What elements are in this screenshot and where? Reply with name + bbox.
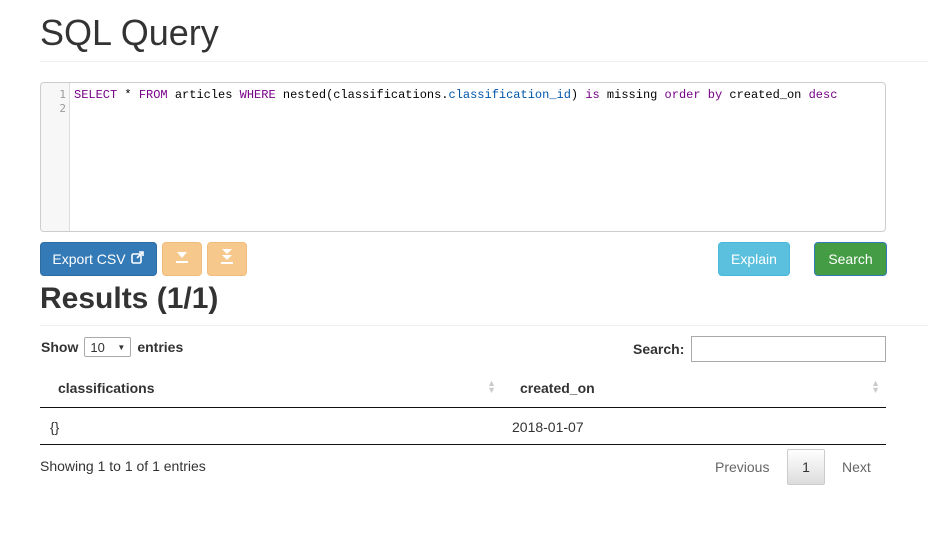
table-cell-created-on: 2018-01-07 <box>512 419 584 435</box>
column-header-created-on[interactable]: created_on ▲ ▼ <box>502 368 886 408</box>
results-title: Results (1/1) <box>40 282 219 315</box>
download-icon <box>174 249 190 270</box>
table-header-divider <box>40 407 886 408</box>
pagination-previous[interactable]: Previous <box>715 449 769 485</box>
sql-token: created_on <box>722 88 809 102</box>
external-link-icon <box>130 251 145 267</box>
download-all-button[interactable] <box>207 242 247 276</box>
sort-icon: ▲ ▼ <box>871 378 880 395</box>
table-filter: Search: <box>633 336 887 362</box>
sql-token: SELECT <box>74 88 118 102</box>
results-divider <box>40 325 928 326</box>
sql-token: nested(classifications. <box>275 88 449 102</box>
export-csv-label: Export CSV <box>52 251 126 267</box>
sql-editor[interactable]: 1 2 SELECT * FROM articles WHERE nested(… <box>40 82 886 232</box>
sql-token: ) <box>570 88 586 102</box>
page-title: SQL Query <box>40 12 219 53</box>
code-line[interactable]: SELECT * FROM articles WHERE nested(clas… <box>74 88 837 102</box>
column-label: classifications <box>58 380 155 396</box>
sql-token: * <box>117 88 139 102</box>
sql-token: articles <box>167 88 240 102</box>
column-label: created_on <box>520 380 595 396</box>
table-cell-classifications: {} <box>50 419 60 435</box>
entries-select[interactable]: 10 ▼ <box>84 337 132 357</box>
length-prefix: Show <box>41 339 79 355</box>
sql-token: classification_id <box>448 88 571 102</box>
sql-token: is <box>585 88 600 102</box>
editor-gutter: 1 2 <box>41 83 70 231</box>
sql-token: FROM <box>138 88 168 102</box>
search-button[interactable]: Search <box>814 242 887 276</box>
sort-icon: ▲ ▼ <box>487 378 496 395</box>
line-number: 1 <box>59 88 66 101</box>
table-footer-divider <box>40 444 886 445</box>
pagination-next[interactable]: Next <box>842 449 871 485</box>
table-info: Showing 1 to 1 of 1 entries <box>40 458 206 474</box>
sql-token: WHERE <box>239 88 276 102</box>
sql-token: by <box>707 88 723 102</box>
sql-token: missing <box>599 88 665 102</box>
column-header-classifications[interactable]: classifications ▲ ▼ <box>40 368 502 408</box>
download-button[interactable] <box>162 242 202 276</box>
download-all-icon <box>219 248 235 271</box>
sql-token: order <box>664 88 701 102</box>
chevron-down-icon: ▼ <box>117 342 126 352</box>
filter-label: Search: <box>633 341 685 357</box>
line-number: 2 <box>59 102 66 115</box>
entries-select-value: 10 <box>90 339 105 355</box>
export-csv-button[interactable]: Export CSV <box>40 242 157 276</box>
pagination-page-1[interactable]: 1 <box>787 449 825 485</box>
filter-input[interactable] <box>691 336 887 362</box>
entries-length-control: Show 10 ▼ entries <box>41 336 183 358</box>
title-divider <box>40 61 928 62</box>
explain-button[interactable]: Explain <box>718 242 790 276</box>
length-suffix: entries <box>137 339 184 355</box>
sql-token: desc <box>808 88 838 102</box>
